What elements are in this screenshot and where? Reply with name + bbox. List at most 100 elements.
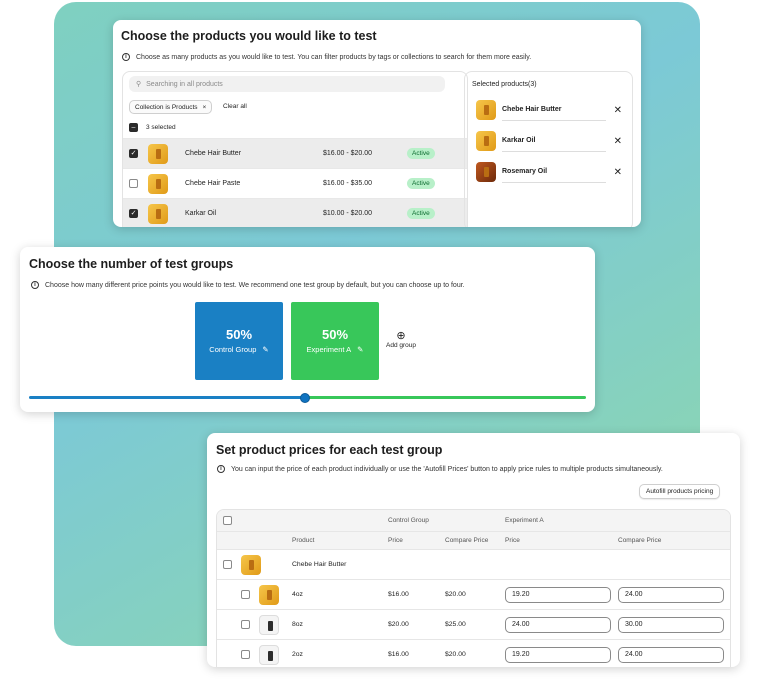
plus-circle-icon: ⊕: [396, 330, 406, 342]
remove-icon[interactable]: ✕: [614, 105, 622, 116]
exp-price-input[interactable]: 24.00: [505, 616, 611, 633]
product-list-panel: ⚲ Searching in all products Collection i…: [122, 71, 468, 227]
pencil-icon[interactable]: ✎: [357, 345, 363, 354]
control-price: $20.00: [388, 621, 409, 628]
control-compare-price: $20.00: [445, 591, 466, 598]
product-thumbnail: [241, 554, 261, 575]
selected-count-label: 3 selected: [146, 124, 176, 131]
variant-name: 8oz: [292, 621, 303, 628]
row-checkbox[interactable]: [241, 620, 250, 629]
product-row[interactable]: ✓ Chebe Hair Butter $16.00 - $20.00 Acti…: [123, 138, 467, 168]
row-checkbox[interactable]: [129, 179, 138, 188]
variant-name: 2oz: [292, 651, 303, 658]
exp-compare-input[interactable]: 30.00: [618, 616, 724, 633]
selected-item-name: Chebe Hair Butter: [502, 99, 606, 121]
filter-chip-label: Collection is Products: [135, 103, 198, 111]
product-name: Chebe Hair Paste: [185, 180, 241, 187]
group-header-row: Control Group Experiment A: [217, 510, 730, 531]
product-thumbnail: [259, 614, 279, 635]
experiment-a-tile[interactable]: 50% Experiment A ✎: [291, 302, 379, 380]
test-groups-info: i Choose how many different price points…: [31, 281, 465, 289]
selected-products-header: Selected products(3): [472, 81, 537, 88]
search-placeholder: Searching in all products: [146, 80, 223, 88]
selected-item-name: Karkar Oil: [502, 130, 606, 152]
info-icon: i: [31, 281, 39, 289]
pricing-table: Control Group Experiment A Product Price…: [216, 509, 731, 667]
exp-price-input[interactable]: 19.20: [505, 586, 611, 603]
product-selection-title: Choose the products you would like to te…: [121, 29, 377, 43]
row-checkbox[interactable]: ✓: [129, 149, 138, 158]
filter-chip[interactable]: Collection is Products ×: [129, 100, 213, 114]
variant-row: 2oz $16.00 $20.00 19.20 24.00: [217, 639, 730, 667]
selected-count: – 3 selected: [129, 123, 176, 132]
pricing-info: i You can input the price of each produc…: [217, 465, 663, 473]
selected-item: Chebe Hair Butter ✕: [476, 99, 622, 121]
test-groups-card: Choose the number of test groups i Choos…: [20, 247, 595, 412]
selected-item: Karkar Oil ✕: [476, 130, 622, 152]
price-column-header: Price: [388, 537, 403, 544]
exp-compare-input[interactable]: 24.00: [618, 586, 724, 603]
row-checkbox[interactable]: [241, 590, 250, 599]
test-groups-title: Choose the number of test groups: [29, 257, 234, 271]
search-icon: ⚲: [136, 81, 142, 88]
exp-price-input[interactable]: 19.20: [505, 646, 611, 663]
exp-compare-column-header: Compare Price: [618, 537, 662, 544]
autofill-button[interactable]: Autofill products pricing: [639, 484, 721, 499]
exp-compare-input[interactable]: 24.00: [618, 646, 724, 663]
status-badge: Active: [407, 148, 435, 159]
status-badge: Active: [407, 178, 435, 189]
control-group-tile[interactable]: 50% Control Group ✎: [195, 302, 283, 380]
pricing-title: Set product prices for each test group: [216, 443, 443, 457]
variant-name: 4oz: [292, 591, 303, 598]
status-badge: Active: [407, 208, 435, 219]
product-selection-card: Choose the products you would like to te…: [113, 20, 641, 227]
selected-item: Rosemary Oil ✕: [476, 161, 622, 183]
add-group-button[interactable]: ⊕ Add group: [386, 330, 416, 350]
control-price: $16.00: [388, 651, 409, 658]
product-thumbnail: [148, 203, 168, 224]
exp-price-column-header: Price: [505, 537, 520, 544]
add-group-label: Add group: [386, 342, 416, 349]
product-name: Chebe Hair Butter: [185, 150, 242, 157]
info-text: You can input the price of each product …: [231, 465, 663, 473]
product-row[interactable]: Chebe Hair Paste $16.00 - $35.00 Active: [123, 168, 467, 198]
info-text: Choose as many products as you would lik…: [136, 53, 532, 61]
close-icon[interactable]: ×: [203, 104, 207, 111]
variant-row: 4oz $16.00 $20.00 19.20 24.00: [217, 579, 730, 609]
remove-icon[interactable]: ✕: [614, 136, 622, 147]
variant-row: 8oz $20.00 $25.00 24.00 30.00: [217, 609, 730, 639]
info-icon: i: [217, 465, 225, 473]
parent-product-row: Chebe Hair Butter: [217, 549, 730, 579]
split-slider-handle[interactable]: [300, 393, 310, 403]
product-row[interactable]: ✓ Karkar Oil $10.00 - $20.00 Active: [123, 198, 467, 227]
pricing-card: Set product prices for each test group i…: [207, 433, 740, 667]
control-group-header: Control Group: [388, 517, 429, 524]
clear-all-link[interactable]: Clear all: [223, 103, 247, 110]
product-thumbnail: [259, 644, 279, 665]
row-checkbox[interactable]: [241, 650, 250, 659]
bulk-select-checkbox[interactable]: –: [129, 123, 138, 132]
product-thumbnail: [476, 131, 496, 151]
search-input[interactable]: ⚲ Searching in all products: [129, 76, 445, 92]
group-name: Experiment A: [306, 345, 352, 354]
product-column-header: Product: [292, 537, 315, 544]
group-name: Control Group: [209, 345, 257, 354]
control-price: $16.00: [388, 591, 409, 598]
product-name: Karkar Oil: [185, 210, 217, 217]
row-checkbox[interactable]: ✓: [129, 209, 138, 218]
pencil-icon[interactable]: ✎: [262, 345, 268, 354]
product-thumbnail: [259, 584, 279, 605]
product-thumbnail: [476, 162, 496, 182]
selected-products-panel: Selected products(3) Chebe Hair Butter ✕…: [464, 71, 633, 227]
control-compare-price: $25.00: [445, 621, 466, 628]
row-checkbox[interactable]: [223, 560, 232, 569]
experiment-header: Experiment A: [505, 517, 544, 524]
select-all-checkbox[interactable]: [223, 516, 232, 525]
parent-product-name: Chebe Hair Butter: [292, 561, 347, 568]
experiment-segment: [307, 396, 586, 399]
product-selection-info: i Choose as many products as you would l…: [122, 53, 531, 61]
remove-icon[interactable]: ✕: [614, 167, 622, 178]
product-price: $16.00 - $20.00: [323, 150, 373, 157]
group-percentage: 50%: [225, 327, 253, 342]
product-price: $16.00 - $35.00: [323, 180, 373, 187]
